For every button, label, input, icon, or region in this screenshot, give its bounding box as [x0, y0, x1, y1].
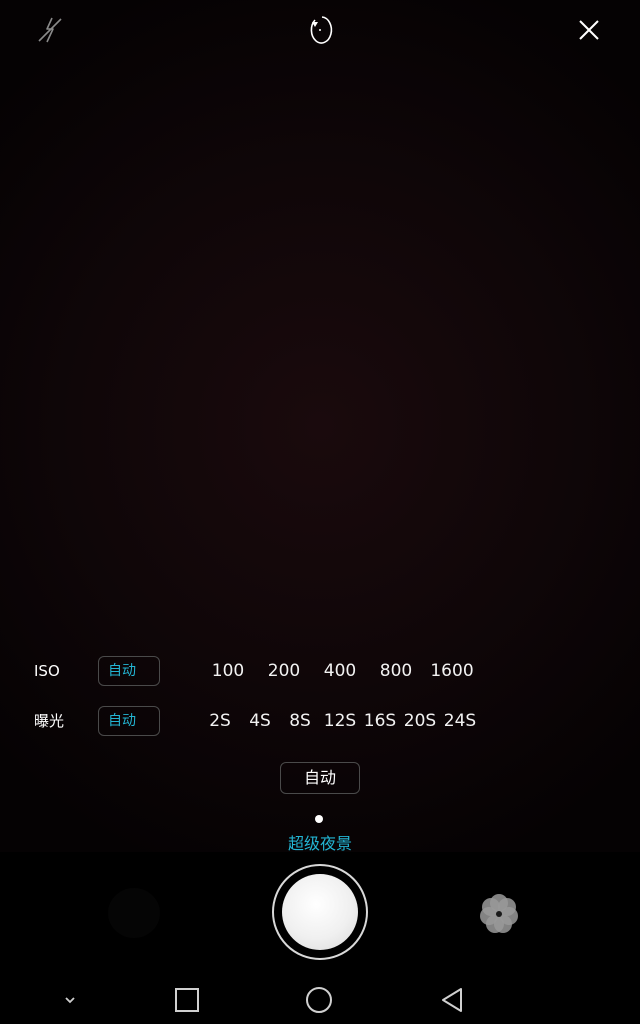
home-icon [306, 987, 332, 1013]
shutter-button-inner [282, 874, 358, 950]
iso-auto-chip[interactable]: 自动 [98, 656, 160, 686]
iso-row: ISO 自动 100 200 400 800 1600 [0, 656, 640, 686]
nav-recent-apps-button[interactable] [167, 980, 207, 1020]
camera-switch-icon [310, 16, 333, 44]
exposure-option[interactable]: 8S [289, 706, 311, 736]
mode-indicator-dot [315, 815, 323, 823]
flash-off-icon [38, 17, 62, 43]
camera-switch-button[interactable] [300, 10, 340, 50]
exposure-option[interactable]: 12S [324, 706, 356, 736]
exposure-option[interactable]: 4S [249, 706, 271, 736]
iso-option[interactable]: 200 [268, 656, 300, 686]
filter-button[interactable] [474, 889, 524, 939]
flash-off-button[interactable] [30, 10, 70, 50]
gallery-thumbnail[interactable] [108, 888, 160, 938]
nav-hide-button[interactable] [50, 980, 90, 1020]
exposure-auto-chip[interactable]: 自动 [98, 706, 160, 736]
exposure-option[interactable]: 20S [404, 706, 436, 736]
close-button[interactable] [569, 10, 609, 50]
iso-option[interactable]: 800 [380, 656, 412, 686]
shutter-button[interactable] [272, 864, 368, 960]
filter-flower-icon [480, 894, 518, 933]
nav-back-button[interactable] [432, 980, 472, 1020]
iso-option[interactable]: 400 [324, 656, 356, 686]
exposure-option[interactable]: 24S [444, 706, 476, 736]
iso-option[interactable]: 1600 [430, 656, 473, 686]
chevron-down-icon [65, 997, 75, 1004]
close-icon [579, 20, 599, 40]
back-icon [442, 988, 462, 1012]
mode-label[interactable]: 超级夜景 [0, 830, 640, 854]
recent-apps-icon [175, 988, 199, 1012]
exposure-option[interactable]: 2S [209, 706, 231, 736]
iso-label: ISO [34, 662, 60, 680]
exposure-label: 曝光 [34, 712, 65, 730]
iso-option[interactable]: 100 [212, 656, 244, 686]
nav-home-button[interactable] [299, 980, 339, 1020]
auto-settings-button[interactable]: 自动 [280, 762, 360, 794]
exposure-row: 曝光 自动 2S 4S 8S 12S 16S 20S 24S [0, 706, 640, 736]
exposure-option[interactable]: 16S [364, 706, 396, 736]
